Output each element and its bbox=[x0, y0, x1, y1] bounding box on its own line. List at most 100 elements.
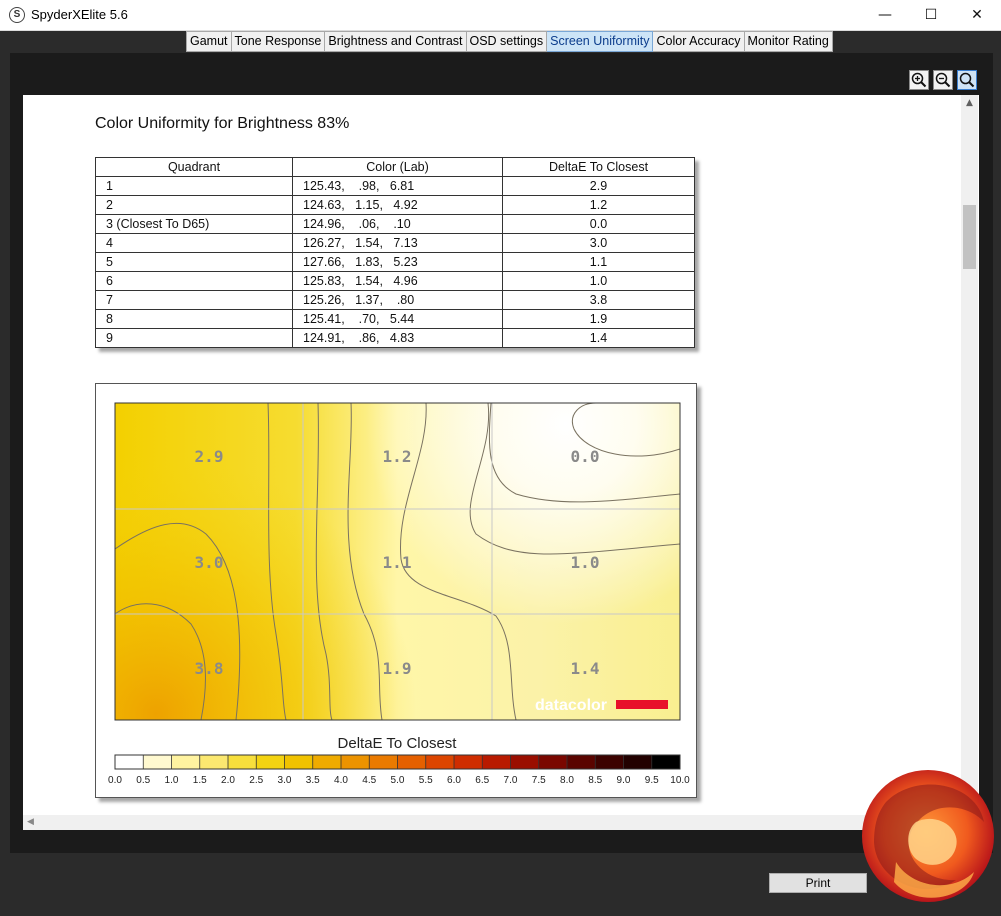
color-lab-cell: 124.96, .06, .10 bbox=[292, 214, 503, 234]
zoom-fit-button[interactable] bbox=[957, 70, 977, 90]
minimize-button[interactable]: — bbox=[862, 0, 908, 31]
quadrant-cell: 5 bbox=[95, 252, 293, 272]
quadrant-value-label: 3.0 bbox=[195, 553, 224, 572]
scale-swatch bbox=[228, 755, 257, 769]
scale-swatch bbox=[341, 755, 370, 769]
table-row: 3 (Closest To D65) 124.96, .06, .10 0.0 bbox=[95, 214, 695, 234]
zoom-in-button[interactable] bbox=[909, 70, 929, 90]
uniformity-table: Quadrant Color (Lab) DeltaE To Closest 1… bbox=[95, 157, 695, 348]
legend-title: DeltaE To Closest bbox=[338, 735, 458, 752]
quadrant-value-label: 0.0 bbox=[571, 447, 600, 466]
quadrant-cell: 9 bbox=[95, 328, 293, 348]
deltae-cell: 1.9 bbox=[502, 309, 695, 329]
scale-swatch bbox=[115, 755, 144, 769]
scroll-left-icon[interactable]: ◀ bbox=[27, 815, 34, 830]
scale-swatch bbox=[510, 755, 540, 769]
scale-swatch bbox=[312, 755, 342, 769]
quadrant-value-label: 1.0 bbox=[571, 553, 600, 572]
scale-swatch bbox=[595, 755, 624, 769]
scale-swatch bbox=[397, 755, 427, 769]
tab-tone-response[interactable]: Tone Response bbox=[231, 31, 326, 52]
table-row: 4 126.27, 1.54, 7.13 3.0 bbox=[95, 233, 695, 253]
color-lab-cell: 127.66, 1.83, 5.23 bbox=[292, 252, 503, 272]
scale-swatch bbox=[369, 755, 398, 769]
zoom-out-button[interactable] bbox=[933, 70, 953, 90]
uniformity-contour-panel: 2.9 1.2 0.0 3.0 1.1 1.0 3.8 1.9 1.4 datacolor De… bbox=[95, 383, 697, 798]
scale-tick-label: 5.0 bbox=[391, 775, 405, 786]
tab-osd-settings[interactable]: OSD settings bbox=[466, 31, 548, 52]
horizontal-scrollbar[interactable]: ◀ bbox=[23, 815, 961, 830]
scale-tick-label: 0.0 bbox=[108, 775, 122, 786]
deltae-cell: 1.2 bbox=[502, 195, 695, 215]
close-icon: ✕ bbox=[971, 7, 983, 23]
app-icon: S bbox=[9, 7, 25, 23]
scale-swatch bbox=[623, 755, 653, 769]
contour-svg: 2.9 1.2 0.0 3.0 1.1 1.0 3.8 1.9 1.4 datacolor De… bbox=[108, 402, 690, 786]
table-header-row: Quadrant Color (Lab) DeltaE To Closest bbox=[95, 157, 695, 177]
scale-tick-label: 7.5 bbox=[532, 775, 546, 786]
scale-swatch bbox=[171, 755, 201, 769]
vertical-scrollbar[interactable]: ▲ ▼ bbox=[961, 95, 978, 815]
minimize-icon: — bbox=[878, 7, 892, 23]
scale-swatch bbox=[567, 755, 596, 769]
scale-swatch bbox=[482, 755, 511, 769]
bit-tech-logo bbox=[862, 770, 994, 902]
scale-swatch bbox=[651, 755, 681, 769]
table-row: 1 125.43, .98, 6.81 2.9 bbox=[95, 176, 695, 196]
deltae-cell: 3.8 bbox=[502, 290, 695, 310]
scale-tick-label: 1.0 bbox=[165, 775, 179, 786]
color-lab-cell: 125.83, 1.54, 4.96 bbox=[292, 271, 503, 291]
report-tabs: Gamut Tone Response Brightness and Contr… bbox=[186, 31, 833, 52]
table-row: 2 124.63, 1.15, 4.92 1.2 bbox=[95, 195, 695, 215]
scale-tick-label: 2.5 bbox=[249, 775, 263, 786]
color-lab-cell: 124.91, .86, 4.83 bbox=[292, 328, 503, 348]
deltae-cell: 1.4 bbox=[502, 328, 695, 348]
deltae-cell: 2.9 bbox=[502, 176, 695, 196]
scale-swatch bbox=[284, 755, 314, 769]
scale-tick-label: 4.5 bbox=[362, 775, 376, 786]
scale-swatch bbox=[454, 755, 483, 769]
color-lab-cell: 126.27, 1.54, 7.13 bbox=[292, 233, 503, 253]
datacolor-logo-text: datacolor bbox=[535, 697, 607, 714]
color-lab-cell: 125.26, 1.37, .80 bbox=[292, 290, 503, 310]
title-bar: S SpyderXElite 5.6 — ☐ ✕ bbox=[0, 0, 1001, 31]
quadrant-cell: 3 (Closest To D65) bbox=[95, 214, 293, 234]
tab-color-accuracy[interactable]: Color Accuracy bbox=[653, 31, 745, 52]
quadrant-cell: 1 bbox=[95, 176, 293, 196]
scale-tick-label: 10.0 bbox=[670, 775, 690, 786]
table-row: 9 124.91, .86, 4.83 1.4 bbox=[95, 328, 695, 348]
scale-swatch bbox=[199, 755, 229, 769]
zoom-in-icon bbox=[911, 72, 927, 88]
quadrant-value-label: 1.9 bbox=[383, 659, 412, 678]
header-deltae: DeltaE To Closest bbox=[502, 157, 695, 177]
quadrant-cell: 8 bbox=[95, 309, 293, 329]
scale-tick-label: 3.0 bbox=[278, 775, 292, 786]
tab-gamut[interactable]: Gamut bbox=[186, 31, 232, 52]
quadrant-cell: 6 bbox=[95, 271, 293, 291]
close-button[interactable]: ✕ bbox=[954, 0, 1000, 31]
report-title: Color Uniformity for Brightness 83% bbox=[95, 115, 350, 132]
print-button[interactable]: Print bbox=[769, 873, 867, 893]
header-quadrant: Quadrant bbox=[95, 157, 293, 177]
scale-tick-label: 5.5 bbox=[419, 775, 433, 786]
color-lab-cell: 125.41, .70, 5.44 bbox=[292, 309, 503, 329]
deltae-cell: 3.0 bbox=[502, 233, 695, 253]
tab-monitor-rating[interactable]: Monitor Rating bbox=[744, 31, 833, 52]
deltae-cell: 0.0 bbox=[502, 214, 695, 234]
maximize-button[interactable]: ☐ bbox=[908, 0, 954, 31]
scale-tick-label: 2.0 bbox=[221, 775, 235, 786]
scroll-thumb[interactable] bbox=[963, 205, 976, 269]
quadrant-value-label: 2.9 bbox=[195, 447, 224, 466]
scale-tick-label: 9.5 bbox=[645, 775, 659, 786]
tab-brightness-contrast[interactable]: Brightness and Contrast bbox=[325, 31, 467, 52]
tab-screen-uniformity[interactable]: Screen Uniformity bbox=[547, 31, 654, 52]
header-color-lab: Color (Lab) bbox=[292, 157, 503, 177]
color-lab-cell: 125.43, .98, 6.81 bbox=[292, 176, 503, 196]
table-row: 8 125.41, .70, 5.44 1.9 bbox=[95, 309, 695, 329]
quadrant-cell: 4 bbox=[95, 233, 293, 253]
zoom-out-icon bbox=[935, 72, 951, 88]
deltae-cell: 1.0 bbox=[502, 271, 695, 291]
scroll-up-icon[interactable]: ▲ bbox=[961, 95, 978, 111]
quadrant-value-label: 1.2 bbox=[383, 447, 412, 466]
scale-tick-label: 6.5 bbox=[475, 775, 489, 786]
